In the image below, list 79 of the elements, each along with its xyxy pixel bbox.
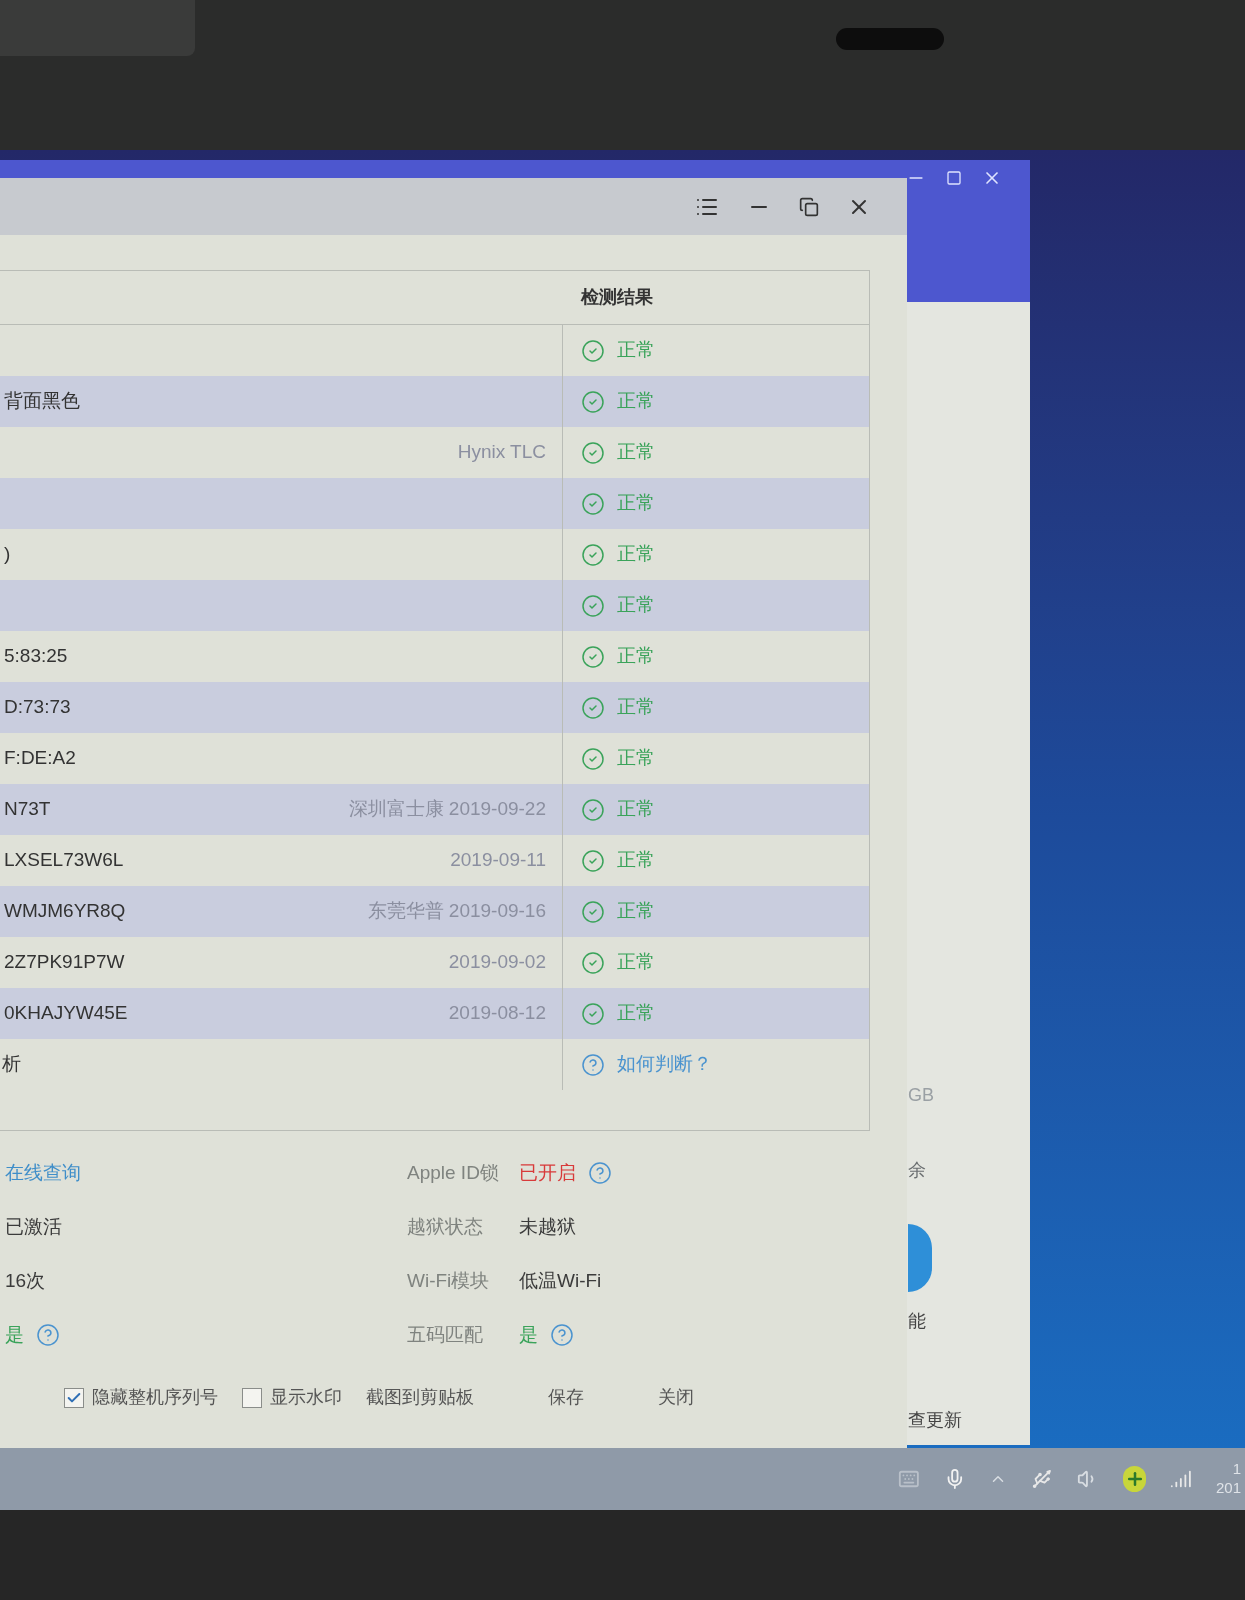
status-text: 正常 <box>617 593 655 618</box>
info-value: 是 <box>5 1322 24 1347</box>
status-text: 正常 <box>617 746 655 771</box>
check-icon <box>581 389 605 414</box>
storage-text: GB <box>908 1084 935 1107</box>
table-cell-text: 东莞华普 2019-09-16 <box>367 899 546 924</box>
table-cell-text: ) <box>3 542 11 567</box>
table-cell-text: 2019-08-12 <box>448 1001 546 1026</box>
status-text: 正常 <box>617 899 655 924</box>
check-icon <box>581 950 605 975</box>
check-icon <box>581 899 605 924</box>
info-value: 16次 <box>5 1268 46 1293</box>
table-cell-text: F:DE:A2 <box>3 746 76 771</box>
check-icon <box>581 542 605 567</box>
table-cell-text: 2Z7PK91P7W <box>3 950 125 975</box>
feature-label[interactable]: 能 <box>908 1308 1030 1335</box>
status-text: 正常 <box>617 338 655 363</box>
checkbox-label[interactable]: 隐藏整机序列号 <box>92 1384 218 1411</box>
table-cell-text: 2019-09-11 <box>450 848 546 873</box>
info-label: 五码匹配 <box>407 1322 484 1347</box>
check-icon <box>581 1001 605 1026</box>
status-text: 正常 <box>617 848 655 873</box>
maximize-icon[interactable] <box>946 170 962 186</box>
table-cell-text: 2019-09-02 <box>448 950 546 975</box>
help-icon[interactable] <box>588 1161 612 1185</box>
info-value: 低温Wi-Fi <box>519 1268 602 1293</box>
table-cell-text: 0KHAJYW45E <box>3 1001 128 1026</box>
table-cell-text: 背面黑色 <box>3 389 80 414</box>
table-cell-text: 5:83:25 <box>3 644 68 669</box>
check-icon <box>581 695 605 720</box>
check-icon <box>581 440 605 465</box>
status-text: 正常 <box>617 542 655 567</box>
plus-icon[interactable] <box>1122 1466 1147 1492</box>
info-value: 未越狱 <box>519 1214 576 1239</box>
footer-button[interactable]: 关闭 <box>658 1384 694 1411</box>
help-icon[interactable] <box>36 1323 60 1347</box>
check-icon <box>581 338 605 363</box>
status-text: 正常 <box>617 440 655 465</box>
remaining-text: 余 <box>908 1159 927 1182</box>
checkbox[interactable] <box>242 1387 262 1408</box>
check-icon <box>581 491 605 516</box>
check-icon <box>581 797 605 822</box>
status-text: 正常 <box>617 389 655 414</box>
info-value: 是 <box>519 1322 538 1347</box>
feature-icon[interactable] <box>908 1224 932 1292</box>
status-text: 正常 <box>617 950 655 975</box>
checkbox[interactable] <box>64 1387 84 1408</box>
check-icon <box>581 746 605 771</box>
help-icon <box>581 1052 605 1077</box>
help-icon[interactable] <box>550 1323 574 1347</box>
status-text: 正常 <box>617 1001 655 1026</box>
footer-button[interactable]: 保存 <box>548 1384 584 1411</box>
info-label: Apple ID锁 <box>407 1160 500 1185</box>
table-cell-text: N73T <box>3 797 51 822</box>
clock-text: 1 <box>1232 1460 1241 1479</box>
table-cell-text: Hynix TLC <box>457 440 546 465</box>
table-cell-text: 析 <box>1 1052 21 1077</box>
status-text: 正常 <box>617 797 655 822</box>
info-label: Wi-Fi模块 <box>407 1268 491 1293</box>
table-cell-text: D:73:73 <box>3 695 71 720</box>
table-cell-text: LXSEL73W6L <box>3 848 124 873</box>
restore-icon[interactable] <box>799 196 819 217</box>
checkbox-label[interactable]: 显示水印 <box>270 1384 342 1411</box>
check-update-link[interactable]: 查更新 <box>908 1407 1030 1434</box>
status-text: 正常 <box>617 644 655 669</box>
info-label: 越狱状态 <box>407 1214 484 1239</box>
check-icon <box>581 848 605 873</box>
info-value: 已激活 <box>5 1214 62 1239</box>
status-text: 正常 <box>617 695 655 720</box>
usb-icon[interactable] <box>1031 1467 1054 1491</box>
table-cell-text: 深圳富士康 2019-09-22 <box>348 797 546 822</box>
info-value: 已开启 <box>519 1160 576 1185</box>
status-text: 正常 <box>617 491 655 516</box>
footer-button[interactable]: 截图到剪贴板 <box>366 1384 474 1411</box>
column-header: 检测结果 <box>579 286 653 309</box>
clock-text: 201 <box>1216 1479 1241 1498</box>
check-icon <box>581 644 605 669</box>
check-icon <box>581 593 605 618</box>
table-cell-text: WMJM6YR8Q <box>3 899 126 924</box>
